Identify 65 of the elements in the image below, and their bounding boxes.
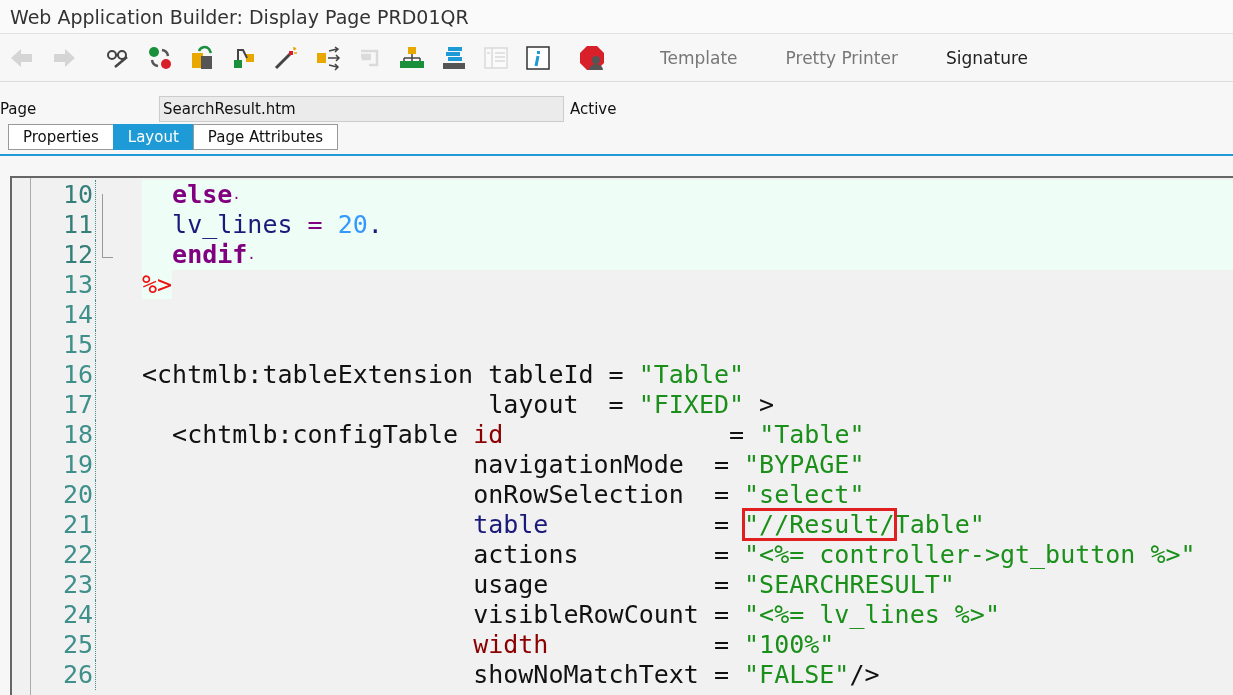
tag-text: visibleRowCount = xyxy=(472,600,730,629)
tag-text: = xyxy=(712,510,730,539)
tag-text: usage = xyxy=(472,570,730,599)
toolbar-button[interactable]: Template xyxy=(652,47,746,68)
tag-text: = xyxy=(728,420,746,449)
string-text: "select" xyxy=(744,480,865,509)
delimiter-text: %> xyxy=(142,270,173,299)
tag-text: <chtmlb:tableExtension tableId = xyxy=(142,360,625,389)
page-field[interactable]: SearchResult.htm xyxy=(159,96,564,122)
string-text: "<%= controller->gt_button %>" xyxy=(744,540,1196,569)
line-number: 13 xyxy=(31,270,96,300)
tag-text: navigationMode = xyxy=(472,450,730,479)
line-number: 14 xyxy=(31,300,96,330)
tag-text: showNoMatchText = xyxy=(472,660,730,689)
tag-text: > xyxy=(758,390,775,419)
tag-text: onRowSelection = xyxy=(472,480,730,509)
line-number: 12 xyxy=(31,240,96,270)
line-number: 22 xyxy=(31,540,96,570)
tag-text: = xyxy=(712,630,730,659)
variable-text: table xyxy=(472,510,549,539)
operator-text: = xyxy=(306,210,323,239)
window-title: Web Application Builder: Display Page PRD01QR xyxy=(10,5,469,28)
keyword-text: endif xyxy=(171,240,248,269)
line-number: 11 xyxy=(31,210,96,240)
tag-text: layout = xyxy=(487,390,625,419)
string-text: "100%" xyxy=(744,630,835,659)
code-text: · xyxy=(247,250,256,266)
attribute-text: id xyxy=(473,420,504,449)
status-text: Active xyxy=(570,100,617,118)
code-editor[interactable] xyxy=(10,176,1233,695)
line-number: 10 xyxy=(31,180,96,210)
tab[interactable]: Properties xyxy=(8,124,114,150)
line-number: 17 xyxy=(31,390,96,420)
string-text: Table" xyxy=(894,510,985,539)
line-number: 23 xyxy=(31,570,96,600)
line-number: 18 xyxy=(31,420,96,450)
keyword-text: else xyxy=(171,180,233,209)
line-number: 15 xyxy=(31,330,96,360)
line-number: 16 xyxy=(31,360,96,390)
string-text: "Table" xyxy=(638,360,745,389)
toolbar-button[interactable]: Pretty Printer xyxy=(777,47,906,68)
line-number: 25 xyxy=(31,630,96,660)
tag-text: /> xyxy=(849,660,880,689)
attribute-text: width xyxy=(472,630,549,659)
string-text: "<%= lv_lines %>" xyxy=(744,600,1000,629)
field-label: Page xyxy=(0,100,38,118)
variable-text: lv_lines xyxy=(171,210,293,239)
toolbar-button[interactable]: Signature xyxy=(937,47,1036,68)
line-number: 19 xyxy=(31,450,96,480)
tag-text: <chtmlb:configTable xyxy=(171,420,460,449)
string-text: "BYPAGE" xyxy=(744,450,865,479)
line-number: 21 xyxy=(31,510,96,540)
highlighted-text: "//Result/ xyxy=(744,510,895,539)
string-text: "FIXED" xyxy=(638,390,745,419)
line-number: 24 xyxy=(31,600,96,630)
line-number: 26 xyxy=(31,660,96,690)
code-text: · xyxy=(232,190,241,206)
line-number: 20 xyxy=(31,480,96,510)
variable-text: . xyxy=(367,210,383,239)
string-text: "FALSE" xyxy=(744,660,850,689)
number-text: 20 xyxy=(336,210,368,239)
tag-text: actions = xyxy=(472,540,730,569)
string-text: "Table" xyxy=(759,420,865,449)
string-text: "SEARCHRESULT" xyxy=(744,570,955,599)
tab[interactable]: Page Attributes xyxy=(192,124,338,150)
